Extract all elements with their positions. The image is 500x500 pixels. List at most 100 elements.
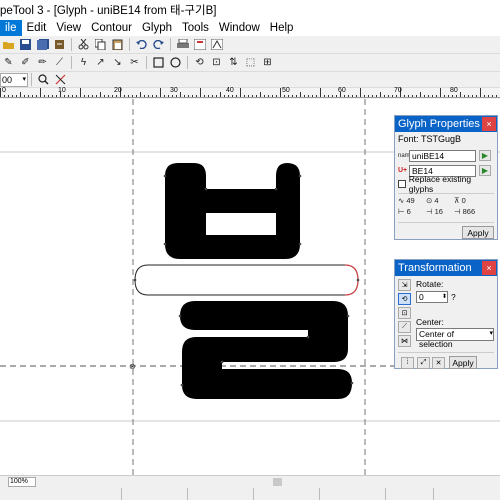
ruler-tick [408, 95, 409, 97]
ruler-tick [12, 95, 13, 97]
font-name: TSTGugB [421, 134, 462, 144]
stats-row-1: ∿ 49 ⊙ 4 ⊼ 0 [398, 196, 494, 205]
cut-icon[interactable] [75, 37, 92, 53]
zoom-icon[interactable] [35, 72, 52, 88]
horizontal-ruler: 0 10 20 30 40 50 60 70 80 [0, 87, 500, 98]
center-select[interactable]: Center of selection ▾ [416, 328, 494, 349]
menu-file[interactable]: ile [0, 20, 22, 36]
glyph-name-field[interactable]: uniBE14 [409, 149, 476, 162]
standard-toolbar [0, 36, 500, 54]
save-icon[interactable] [17, 37, 34, 53]
stats-block: ∿ 49 ⊙ 4 ⊼ 0 ⊢ 6 ⊣ 16 ⊣ 866 [398, 193, 494, 216]
rotate-icon[interactable]: ⟲ [191, 55, 208, 71]
ruler-label: 30 [170, 87, 178, 94]
paste-icon[interactable] [109, 37, 126, 53]
scrollbar-thumb[interactable] [273, 478, 282, 486]
add-tangent-icon[interactable]: ↗ [92, 55, 109, 71]
ruler-tick [204, 95, 205, 97]
menu-window[interactable]: Window [214, 20, 265, 36]
apply-transform-button[interactable]: Apply [449, 356, 477, 369]
transform-mode-list: ⇲ ⟲ ⊡ ⟋ ⋈ [398, 279, 412, 349]
ruler-tick [156, 95, 157, 97]
rotate-field[interactable]: 0 ⬍ [416, 291, 448, 303]
ruler-tick [160, 88, 161, 97]
mirror-mode-icon[interactable]: ⋈ [398, 335, 411, 347]
flip-icon[interactable]: ⇅ [225, 55, 242, 71]
origin-marker: ⊗ [129, 362, 136, 371]
save-all-icon[interactable] [34, 37, 51, 53]
knife-icon[interactable]: ⟋ [51, 55, 68, 71]
ruler-tick [172, 95, 173, 97]
ruler-tick [192, 95, 193, 97]
brush-icon[interactable]: ✏ [34, 55, 51, 71]
stat-width: ⊣ 866 [454, 207, 482, 216]
ruler-tick [232, 95, 233, 97]
ruler-tick [480, 88, 481, 97]
pen-icon[interactable]: ✎ [0, 55, 17, 71]
reset-icon[interactable]: ✕ [432, 356, 445, 369]
add-point-icon[interactable]: ϟ [75, 55, 92, 71]
apply-button[interactable]: Apply [462, 226, 494, 239]
move-icon[interactable]: ⇲ [398, 279, 411, 291]
measure-icon[interactable]: ⊞ [259, 55, 276, 71]
font-label: Font: [398, 134, 419, 144]
undo-icon[interactable] [133, 37, 150, 53]
scale-mode-icon[interactable]: ⊡ [398, 307, 411, 319]
glyph-upper-contour[interactable] [165, 163, 300, 259]
copy-icon[interactable] [92, 37, 109, 53]
transformation-header[interactable]: Transformation × [395, 260, 497, 276]
apply-name-icon[interactable]: ▶ [479, 150, 491, 161]
rectangle-icon[interactable] [150, 55, 167, 71]
spin-icon[interactable]: ⬍ [442, 292, 447, 302]
close-icon[interactable]: × [482, 261, 496, 275]
skew-icon[interactable]: ⬚ [242, 55, 259, 71]
menu-glyph[interactable]: Glyph [137, 20, 177, 36]
glyph-name-row: name uniBE14 ▶ [395, 148, 497, 163]
ruler-tick [44, 95, 45, 97]
duplicate-icon[interactable]: ⤢ [417, 356, 430, 369]
ruler-tick [444, 95, 445, 97]
font-window-icon[interactable] [191, 37, 208, 53]
status-zoom-select[interactable]: 100% [8, 477, 36, 487]
ruler-tick [48, 95, 49, 97]
glyph-selected-contour[interactable] [134, 264, 359, 296]
glyph-lower-contour[interactable] [180, 301, 352, 399]
menu-tools[interactable]: Tools [177, 20, 214, 36]
ruler-tick [84, 95, 85, 97]
ruler-tick [256, 95, 257, 97]
redo-icon[interactable] [150, 37, 167, 53]
glyph-window-icon[interactable] [208, 37, 225, 53]
ruler-tick [244, 95, 245, 97]
ruler-tick [412, 95, 413, 97]
properties-icon[interactable] [51, 37, 68, 53]
zoom-select[interactable]: 00 % ▾ [0, 72, 28, 97]
transform-options: Rotate: 0 ⬍ ? Center: Center of selection… [412, 279, 494, 349]
rotate-row: 0 ⬍ ? [416, 291, 494, 303]
replace-checkbox[interactable] [398, 180, 406, 188]
menu-help[interactable]: Help [265, 20, 299, 36]
menu-contour[interactable]: Contour [86, 20, 137, 36]
ruler-tick [40, 88, 41, 97]
horizontal-scrollbar[interactable] [40, 477, 500, 487]
ellipse-icon[interactable] [167, 55, 184, 71]
ruler-label: 20 [114, 87, 122, 94]
glyph-properties-header[interactable]: Glyph Properties × [395, 116, 497, 132]
scissors-icon[interactable]: ✂ [126, 55, 143, 71]
ruler-tick [352, 95, 353, 97]
step-icon[interactable]: ⁞ [401, 356, 414, 369]
ruler-tick [104, 95, 105, 97]
scale-icon[interactable]: ⊡ [208, 55, 225, 71]
ruler-tick [292, 95, 293, 97]
ruler-tick [76, 95, 77, 97]
rotate-mode-icon[interactable]: ⟲ [398, 293, 411, 305]
add-curve-icon[interactable]: ↘ [109, 55, 126, 71]
menu-view[interactable]: View [51, 20, 86, 36]
close-icon[interactable]: × [482, 117, 496, 131]
pencil-icon[interactable]: ✐ [17, 55, 34, 71]
panel-title: Glyph Properties [398, 118, 480, 130]
open-icon[interactable] [0, 37, 17, 53]
measure-tool-icon[interactable] [52, 72, 69, 88]
menu-edit[interactable]: Edit [22, 20, 52, 36]
print-icon[interactable] [174, 37, 191, 53]
skew-mode-icon[interactable]: ⟋ [398, 321, 411, 333]
